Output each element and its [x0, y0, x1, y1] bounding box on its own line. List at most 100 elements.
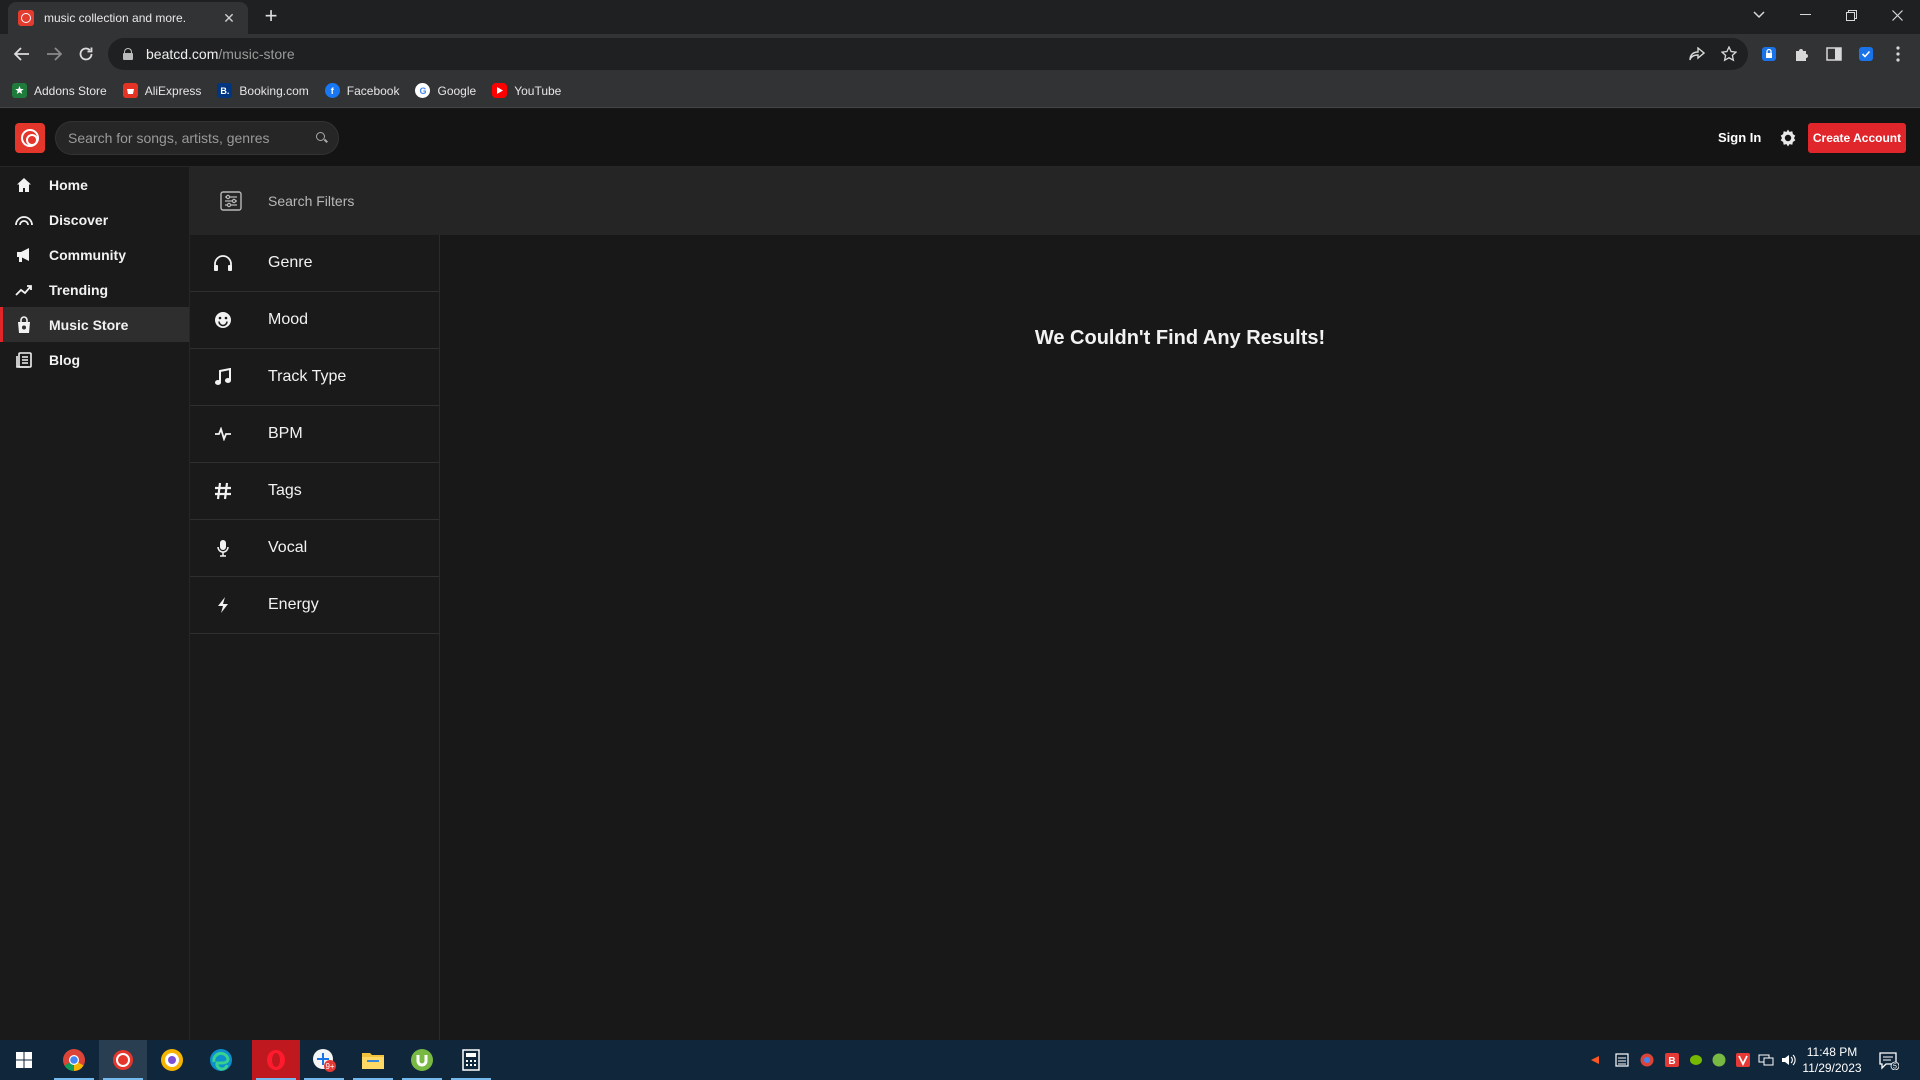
music-note-icon	[212, 366, 234, 388]
lock-icon	[122, 48, 134, 60]
store-bag-icon	[15, 315, 33, 334]
filter-item-genre[interactable]: Genre	[190, 235, 439, 292]
tray-nvidia-icon[interactable]	[1687, 1051, 1705, 1069]
filter-item-energy[interactable]: Energy	[190, 577, 439, 634]
share-icon[interactable]	[1686, 43, 1708, 65]
shield-extension-icon[interactable]	[1855, 43, 1877, 65]
taskbar-clock[interactable]: 11:48 PM 11/29/2023	[1796, 1044, 1868, 1076]
filter-item-label: Energy	[268, 596, 319, 613]
browser-tab-strip: music collection and more. ✕ +	[0, 0, 1920, 34]
opera-taskbar-icon[interactable]	[252, 1040, 300, 1080]
beatcd-taskbar-icon[interactable]	[99, 1040, 147, 1080]
sign-in-link[interactable]: Sign In	[1718, 130, 1761, 145]
tray-red-b-icon[interactable]: B	[1663, 1051, 1681, 1069]
beatcd-logo-icon[interactable]	[15, 123, 45, 153]
bookmark-label: Booking.com	[239, 83, 309, 98]
chrome-taskbar-icon[interactable]	[50, 1040, 98, 1080]
bookmark-booking-com[interactable]: B. Booking.com	[217, 83, 309, 98]
extensions-puzzle-icon[interactable]	[1791, 43, 1813, 65]
nav-item-discover[interactable]: Discover	[0, 202, 189, 237]
nav-item-music-store[interactable]: Music Store	[0, 307, 189, 342]
filter-item-vocal[interactable]: Vocal	[190, 520, 439, 577]
windows-taskbar: 9+ B 11:48 PM 11/29/2023 5	[0, 1040, 1920, 1080]
filter-item-label: Genre	[268, 254, 313, 271]
blog-icon	[15, 351, 33, 369]
tray-chrome-icon[interactable]	[1638, 1051, 1656, 1069]
password-manager-icon[interactable]	[1758, 43, 1780, 65]
google-icon: G	[415, 83, 431, 98]
browser-menu-icon[interactable]	[1887, 43, 1909, 65]
calculator-taskbar-icon[interactable]	[447, 1040, 495, 1080]
settings-gear-icon[interactable]	[1778, 128, 1798, 148]
search-filters-bar[interactable]: Search Filters	[190, 167, 1920, 235]
site-header: Sign In Create Account	[0, 109, 1920, 167]
results-area: We Couldn't Find Any Results!	[440, 235, 1920, 1040]
bookmark-label: Facebook	[346, 83, 400, 98]
windows-start-icon[interactable]	[0, 1040, 48, 1080]
reload-button[interactable]	[72, 40, 100, 68]
microphone-icon	[212, 537, 234, 559]
tray-arrow-icon[interactable]	[1586, 1051, 1604, 1069]
home-icon	[15, 176, 33, 194]
app-with-badge-taskbar-icon[interactable]: 9+	[300, 1040, 348, 1080]
search-filters-label: Search Filters	[268, 193, 355, 209]
nav-item-label: Community	[49, 246, 126, 263]
brave-taskbar-icon[interactable]	[148, 1040, 196, 1080]
youtube-icon	[492, 83, 508, 98]
left-navigation: Home Discover Community Trending Music S…	[0, 167, 190, 1040]
nav-item-community[interactable]: Community	[0, 237, 189, 272]
close-window-button[interactable]	[1874, 0, 1920, 30]
bookmark-addons-store[interactable]: Addons Store	[12, 83, 107, 98]
lightning-icon	[212, 594, 234, 616]
search-icon[interactable]	[316, 132, 328, 144]
filter-item-label: Mood	[268, 311, 309, 328]
filter-item-tags[interactable]: Tags	[190, 463, 439, 520]
file-explorer-taskbar-icon[interactable]	[349, 1040, 397, 1080]
bookmark-aliexpress[interactable]: AliExpress	[122, 83, 202, 98]
nav-item-label: Blog	[49, 351, 81, 368]
no-results-message: We Couldn't Find Any Results!	[1034, 327, 1326, 349]
clock-time: 11:48 PM	[1806, 1045, 1858, 1059]
bookmark-google[interactable]: G Google	[415, 83, 476, 98]
filter-item-label: BPM	[268, 425, 303, 442]
address-bar[interactable]: beatcd.com/music-store	[108, 38, 1748, 70]
nav-item-trending[interactable]: Trending	[0, 272, 189, 307]
tray-utorrent-icon[interactable]	[1710, 1051, 1728, 1069]
restore-button[interactable]	[1828, 0, 1874, 30]
forward-button[interactable]	[40, 40, 68, 68]
edge-taskbar-icon[interactable]	[197, 1040, 245, 1080]
tray-network-icon[interactable]	[1757, 1051, 1775, 1069]
url-host: beatcd.com	[146, 46, 219, 62]
bookmark-youtube[interactable]: YouTube	[492, 83, 561, 98]
bookmark-facebook[interactable]: f Facebook	[324, 83, 400, 98]
nav-item-label: Trending	[49, 281, 109, 298]
tray-keyboard-icon[interactable]	[1613, 1051, 1631, 1069]
back-button[interactable]	[8, 40, 36, 68]
filter-item-bpm[interactable]: BPM	[190, 406, 439, 463]
tray-vivaldi-icon[interactable]	[1734, 1051, 1752, 1069]
side-panel-icon[interactable]	[1823, 43, 1845, 65]
search-input[interactable]	[68, 130, 316, 146]
bookmark-star-icon[interactable]	[1718, 43, 1740, 65]
filter-item-label: Vocal	[268, 539, 308, 556]
bookmark-label: Google	[437, 83, 477, 98]
tab-search-chevron-icon[interactable]	[1736, 0, 1782, 30]
create-account-button[interactable]: Create Account	[1808, 123, 1906, 153]
utorrent-taskbar-icon[interactable]	[398, 1040, 446, 1080]
nav-item-label: Home	[49, 176, 88, 193]
nav-item-home[interactable]: Home	[0, 167, 189, 202]
bookmark-label: AliExpress	[144, 83, 202, 98]
url-path: /music-store	[218, 46, 295, 62]
filter-item-track-type[interactable]: Track Type	[190, 349, 439, 406]
tab-close-icon[interactable]: ✕	[220, 10, 238, 27]
filter-item-mood[interactable]: Mood	[190, 292, 439, 349]
pulse-icon	[212, 423, 234, 445]
filter-sliders-icon[interactable]	[220, 191, 242, 211]
discover-icon	[15, 211, 33, 229]
browser-tab-active[interactable]: music collection and more. ✕	[8, 2, 248, 34]
nav-item-blog[interactable]: Blog	[0, 342, 189, 377]
minimize-button[interactable]	[1782, 0, 1828, 30]
notification-center-icon[interactable]: 5	[1878, 1050, 1900, 1072]
new-tab-button[interactable]: +	[258, 4, 284, 30]
bookmark-label: Addons Store	[34, 83, 107, 98]
